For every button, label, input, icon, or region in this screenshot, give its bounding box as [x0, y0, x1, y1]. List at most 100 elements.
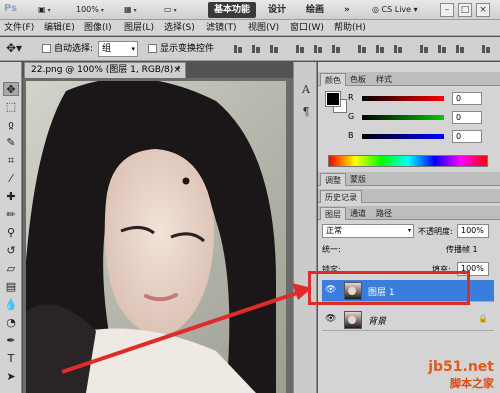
- menu-bar: 文件(F) 编辑(E) 图像(I) 图层(L) 选择(S) 滤镜(T) 视图(V…: [0, 20, 500, 36]
- right-panels: 颜色 色板 样式 R 0 G 0 B 0 调整 蒙版 历史记录 图层 通道 路径…: [318, 62, 500, 393]
- eraser-tool-icon[interactable]: ▱: [3, 262, 19, 276]
- menu-filter[interactable]: 滤镜(T): [206, 22, 237, 34]
- tab-swatches[interactable]: 色板: [346, 73, 370, 86]
- visibility-eye-icon[interactable]: 👁: [325, 314, 336, 324]
- distribute-top-icon[interactable]: [356, 43, 368, 55]
- type-tool-icon[interactable]: T: [3, 352, 19, 366]
- maximize-icon[interactable]: □: [458, 3, 472, 17]
- tab-color[interactable]: 颜色: [320, 73, 346, 86]
- close-document-icon[interactable]: ×: [173, 63, 181, 78]
- lock-icon: 🔒: [478, 314, 488, 323]
- workspace-essentials[interactable]: 基本功能: [208, 2, 257, 18]
- auto-select-dropdown[interactable]: 组 ▾: [98, 41, 138, 57]
- move-tool-preset-icon[interactable]: ✥▾: [6, 41, 22, 55]
- show-transform-label: 显示变换控件: [160, 44, 215, 54]
- auto-select-label: 自动选择:: [54, 44, 94, 54]
- screen-mode-button[interactable]: ▭ ▾: [164, 3, 177, 17]
- auto-align-icon[interactable]: [480, 43, 492, 55]
- align-bottom-icon[interactable]: [268, 43, 280, 55]
- align-distribute-icons: [232, 43, 497, 55]
- green-value-field[interactable]: 0: [452, 111, 482, 124]
- quick-select-tool-icon[interactable]: ✎: [3, 136, 19, 150]
- options-bar: ✥▾ 自动选择: 组 ▾ 显示变换控件: [0, 37, 500, 61]
- panel-icon-strip: A ¶: [293, 62, 317, 393]
- gradient-tool-icon[interactable]: ▤: [3, 280, 19, 294]
- red-value-field[interactable]: 0: [452, 92, 482, 105]
- align-vertical-center-icon[interactable]: [250, 43, 262, 55]
- align-top-icon[interactable]: [232, 43, 244, 55]
- blue-value-field[interactable]: 0: [452, 130, 482, 143]
- align-right-icon[interactable]: [330, 43, 342, 55]
- tab-channels[interactable]: 通道: [346, 207, 370, 220]
- color-panel-tabs: 颜色 色板 样式: [318, 72, 500, 86]
- launch-bridge-button[interactable]: ▣ ▾: [38, 3, 51, 17]
- workspace-painting[interactable]: 绘画: [300, 2, 330, 18]
- green-slider-row: G 0: [348, 111, 498, 124]
- opacity-field[interactable]: 100%: [457, 224, 489, 238]
- marquee-tool-icon[interactable]: ⬚: [3, 100, 19, 114]
- tab-layers[interactable]: 图层: [320, 207, 346, 220]
- menu-view[interactable]: 视图(V): [248, 22, 279, 34]
- show-transform-checkbox[interactable]: [148, 44, 157, 53]
- menu-help[interactable]: 帮助(H): [334, 22, 366, 34]
- history-brush-tool-icon[interactable]: ↺: [3, 244, 19, 258]
- distribute-horizontal-center-icon[interactable]: [436, 43, 448, 55]
- toolbox: ✥ ⬚ ჲ ✎ ⌗ ⁄ ✚ ✏ ⚲ ↺ ▱ ▤ 💧 ◔ ✒ T ➤: [0, 62, 22, 393]
- cs-live-button[interactable]: ◎ CS Live ▾: [372, 3, 418, 17]
- more-workspaces-button[interactable]: »: [338, 2, 356, 18]
- align-left-icon[interactable]: [294, 43, 306, 55]
- layer-thumbnail: [344, 311, 362, 329]
- distribute-bottom-icon[interactable]: [392, 43, 404, 55]
- character-panel-icon[interactable]: A: [299, 82, 313, 98]
- green-label: G: [348, 112, 355, 121]
- paragraph-panel-icon[interactable]: ¶: [299, 104, 313, 120]
- clone-stamp-tool-icon[interactable]: ⚲: [3, 226, 19, 240]
- close-icon[interactable]: ×: [476, 3, 490, 17]
- distribute-vertical-center-icon[interactable]: [374, 43, 386, 55]
- blue-slider[interactable]: [362, 134, 444, 139]
- tab-adjustments[interactable]: 调整: [320, 173, 346, 186]
- workspace-design[interactable]: 设计: [262, 2, 292, 18]
- crop-tool-icon[interactable]: ⌗: [3, 154, 19, 168]
- document-tab[interactable]: 22.png @ 100% (图层 1, RGB/8) * ×: [24, 62, 186, 78]
- menu-image[interactable]: 图像(I): [84, 22, 112, 34]
- distribute-left-icon[interactable]: [418, 43, 430, 55]
- menu-window[interactable]: 窗口(W): [290, 22, 324, 34]
- red-label: R: [348, 93, 354, 102]
- distribute-right-icon[interactable]: [454, 43, 466, 55]
- adjustments-panel-tabs: 调整 蒙版: [318, 172, 500, 186]
- healing-brush-tool-icon[interactable]: ✚: [3, 190, 19, 204]
- arrange-documents-button[interactable]: ▦ ▾: [124, 3, 137, 17]
- lasso-tool-icon[interactable]: ჲ: [3, 118, 19, 132]
- menu-file[interactable]: 文件(F): [4, 22, 34, 34]
- color-spectrum-ramp[interactable]: [328, 155, 488, 167]
- zoom-level-dropdown[interactable]: 100% ▾: [76, 3, 104, 17]
- path-selection-tool-icon[interactable]: ➤: [3, 370, 19, 384]
- tab-styles[interactable]: 样式: [372, 73, 396, 86]
- move-tool-icon[interactable]: ✥: [3, 82, 19, 96]
- dodge-tool-icon[interactable]: ◔: [3, 316, 19, 330]
- tab-masks[interactable]: 蒙版: [346, 173, 370, 186]
- menu-edit[interactable]: 编辑(E): [44, 22, 75, 34]
- tab-paths[interactable]: 路径: [372, 207, 396, 220]
- blend-mode-dropdown[interactable]: 正常 ▾: [322, 224, 414, 238]
- red-slider[interactable]: [362, 96, 444, 101]
- document-window: [23, 78, 293, 393]
- foreground-color-swatch[interactable]: [325, 91, 341, 107]
- history-panel-tabs: 历史记录: [318, 189, 500, 203]
- blur-tool-icon[interactable]: 💧: [3, 298, 19, 312]
- brush-tool-icon[interactable]: ✏: [3, 208, 19, 222]
- align-horizontal-center-icon[interactable]: [312, 43, 324, 55]
- watermark-domain: jb51.net: [428, 359, 494, 375]
- minimize-icon[interactable]: –: [440, 3, 454, 17]
- canvas-image[interactable]: [26, 81, 286, 393]
- tab-history[interactable]: 历史记录: [320, 190, 362, 203]
- pen-tool-icon[interactable]: ✒: [3, 334, 19, 348]
- eyedropper-tool-icon[interactable]: ⁄: [3, 172, 19, 186]
- auto-select-checkbox[interactable]: [42, 44, 51, 53]
- menu-select[interactable]: 选择(S): [164, 22, 195, 34]
- layer-row-background[interactable]: 👁 背景 🔒: [322, 309, 494, 331]
- opacity-label: 不透明度:: [418, 227, 453, 236]
- green-slider[interactable]: [362, 115, 444, 120]
- menu-layer[interactable]: 图层(L): [124, 22, 154, 34]
